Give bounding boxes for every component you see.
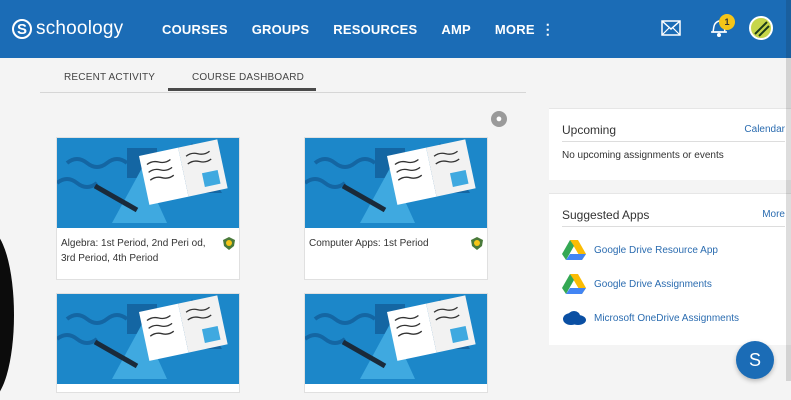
nav-more-label: MORE bbox=[494, 21, 535, 37]
onedrive-icon bbox=[563, 311, 586, 325]
tab-recent-activity[interactable]: RECENT ACTIVITY bbox=[64, 72, 155, 83]
avatar[interactable] bbox=[749, 16, 773, 40]
upcoming-header: Upcoming Calendar bbox=[562, 123, 785, 142]
upcoming-empty-text: No upcoming assignments or events bbox=[562, 150, 724, 161]
nav-courses[interactable]: COURSES bbox=[162, 22, 228, 37]
screen-edge-shadow bbox=[786, 0, 791, 381]
upcoming-panel: Upcoming Calendar No upcoming assignment… bbox=[549, 108, 791, 180]
course-card[interactable] bbox=[304, 293, 488, 393]
calendar-link[interactable]: Calendar bbox=[744, 124, 785, 135]
logo-text: schoology bbox=[36, 18, 124, 39]
course-art-image bbox=[305, 294, 487, 384]
app-label[interactable]: Google Drive Assignments bbox=[594, 279, 712, 290]
course-card[interactable]: Algebra: 1st Period, 2nd Peri od, 3rd Pe… bbox=[56, 137, 240, 280]
course-title[interactable]: Computer Apps: 1st Period bbox=[309, 236, 459, 251]
course-card[interactable]: Computer Apps: 1st Period bbox=[304, 137, 488, 280]
app-label[interactable]: Google Drive Resource App bbox=[594, 245, 718, 256]
course-art-image bbox=[57, 294, 239, 384]
suggested-apps-title: Suggested Apps bbox=[562, 208, 650, 222]
logo-mark: S bbox=[12, 19, 32, 39]
accessibility-icon[interactable]: ● bbox=[491, 111, 507, 127]
course-art-image bbox=[57, 138, 239, 228]
active-tab-indicator bbox=[168, 88, 316, 91]
device-bezel-edge bbox=[0, 230, 14, 400]
google-drive-icon bbox=[562, 240, 586, 260]
suggested-apps-header: Suggested Apps More bbox=[562, 208, 785, 227]
nav-groups[interactable]: GROUPS bbox=[252, 22, 310, 37]
course-card[interactable] bbox=[56, 293, 240, 393]
main-nav: COURSES GROUPS RESOURCES AMP MORE ⋮ bbox=[162, 0, 579, 58]
notification-badge: 1 bbox=[719, 14, 735, 30]
mail-icon[interactable] bbox=[661, 20, 681, 36]
google-drive-icon bbox=[562, 274, 586, 294]
dashboard-tabs: RECENT ACTIVITY COURSE DASHBOARD bbox=[40, 58, 526, 93]
course-art-image bbox=[305, 138, 487, 228]
nav-amp[interactable]: AMP bbox=[441, 22, 471, 37]
tab-course-dashboard[interactable]: COURSE DASHBOARD bbox=[192, 72, 304, 83]
course-title[interactable]: Algebra: 1st Period, 2nd Peri od, 3rd Pe… bbox=[61, 236, 211, 266]
shield-badge-icon bbox=[471, 237, 483, 250]
app-label[interactable]: Microsoft OneDrive Assignments bbox=[594, 313, 739, 324]
schoology-logo[interactable]: S schoology bbox=[12, 14, 123, 44]
shield-badge-icon bbox=[223, 237, 235, 250]
kebab-icon: ⋮ bbox=[540, 20, 555, 37]
suggested-apps-panel: Suggested Apps More Google Drive Resourc… bbox=[549, 193, 791, 345]
nav-more[interactable]: MORE ⋮ bbox=[495, 21, 555, 38]
top-navigation-bar: S schoology COURSES GROUPS RESOURCES AMP… bbox=[0, 0, 791, 58]
app-item[interactable]: Google Drive Assignments bbox=[562, 274, 712, 294]
more-apps-link[interactable]: More bbox=[762, 209, 785, 220]
app-item[interactable]: Google Drive Resource App bbox=[562, 240, 718, 260]
upcoming-title: Upcoming bbox=[562, 123, 617, 137]
app-item[interactable]: Microsoft OneDrive Assignments bbox=[562, 310, 739, 326]
chat-launcher-button[interactable]: S bbox=[736, 341, 774, 379]
nav-resources[interactable]: RESOURCES bbox=[333, 22, 417, 37]
